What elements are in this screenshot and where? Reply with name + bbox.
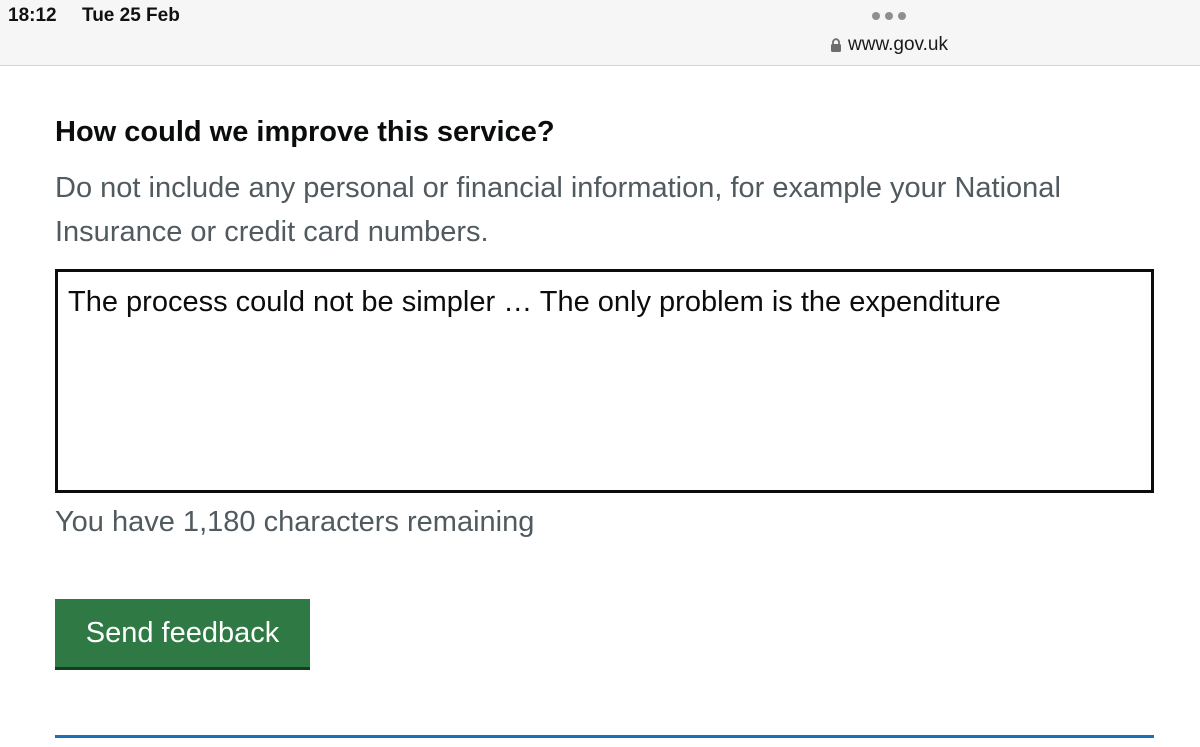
character-count: You have 1,180 characters remaining bbox=[55, 506, 535, 538]
address-bar[interactable]: www.gov.uk bbox=[830, 34, 948, 56]
feedback-textarea[interactable]: The process could not be simpler … The o… bbox=[55, 269, 1154, 493]
dot bbox=[898, 12, 906, 20]
send-feedback-button[interactable]: Send feedback bbox=[55, 599, 310, 667]
section-divider bbox=[55, 735, 1154, 738]
status-time: 18:12 bbox=[8, 5, 57, 26]
more-dots-icon[interactable] bbox=[872, 12, 906, 20]
form-hint: Do not include any personal or financial… bbox=[55, 172, 1061, 248]
browser-top-bar: 18:12 Tue 25 Feb www.gov.uk bbox=[0, 0, 1200, 66]
status-date: Tue 25 Feb bbox=[82, 5, 180, 26]
form-question: How could we improve this service? bbox=[55, 116, 555, 148]
url-text[interactable]: www.gov.uk bbox=[848, 34, 948, 56]
dot bbox=[872, 12, 880, 20]
lock-icon bbox=[830, 37, 842, 53]
dot bbox=[885, 12, 893, 20]
